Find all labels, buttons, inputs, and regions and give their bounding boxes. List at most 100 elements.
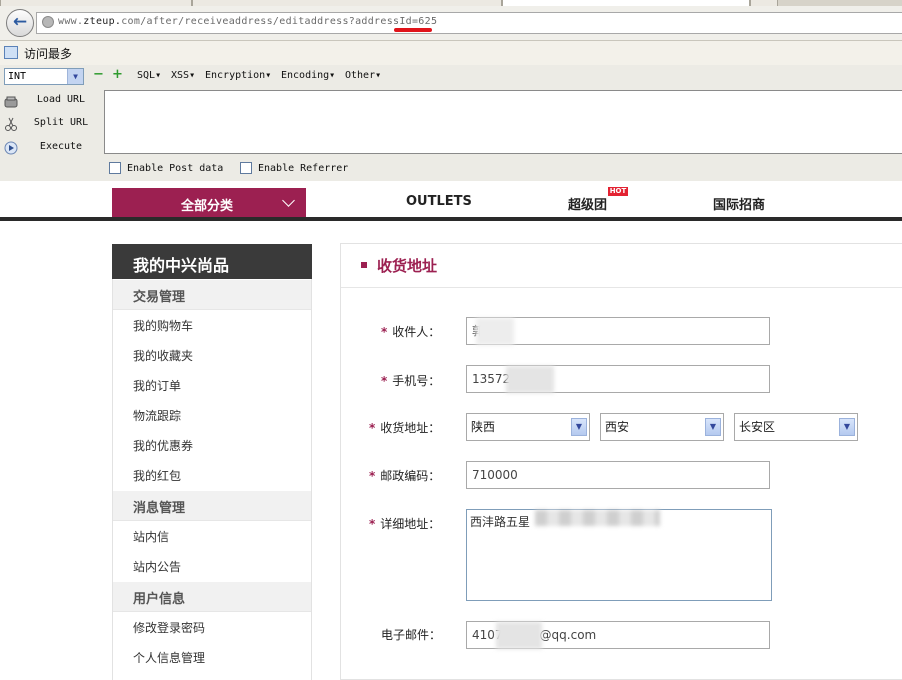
all-categories-button[interactable]: 全部分类 bbox=[112, 188, 306, 217]
sidebar-item-coupons[interactable]: 我的优惠券 bbox=[133, 437, 193, 454]
hot-badge: HOT bbox=[608, 187, 628, 196]
url-prefix: www. bbox=[58, 16, 84, 27]
enable-referrer-label: Enable Referrer bbox=[258, 163, 349, 174]
sidebar-title-text: 我的中兴尚品 bbox=[133, 256, 230, 275]
redaction-blur bbox=[476, 318, 514, 345]
required-star: * bbox=[369, 469, 376, 483]
recipient-label-text: 收件人： bbox=[392, 325, 441, 339]
sidebar-item-orders[interactable]: 我的订单 bbox=[133, 377, 181, 394]
redaction-blur bbox=[535, 510, 660, 526]
menu-encoding-label: Encoding bbox=[281, 70, 330, 81]
url-host-rest: com bbox=[121, 16, 141, 27]
nav-intl-merchants[interactable]: 国际招商 bbox=[713, 194, 765, 213]
redaction-blur bbox=[496, 622, 542, 649]
redaction-blur bbox=[506, 366, 554, 393]
district-select[interactable]: 长安区 ▼ bbox=[734, 413, 858, 441]
menu-encoding[interactable]: Encoding▾ bbox=[281, 70, 335, 81]
required-star: * bbox=[369, 517, 376, 531]
phone-label-text: 手机号： bbox=[392, 374, 441, 388]
enable-post-label: Enable Post data bbox=[127, 163, 224, 174]
sidebar-title: 我的中兴尚品 bbox=[112, 244, 312, 279]
sidebar-item-cart[interactable]: 我的购物车 bbox=[133, 317, 193, 334]
phone-label: * 手机号： bbox=[381, 372, 440, 389]
city-select[interactable]: 西安 ▼ bbox=[600, 413, 724, 441]
chevron-down-icon: ▼ bbox=[705, 418, 721, 436]
province-select[interactable]: 陕西 ▼ bbox=[466, 413, 590, 441]
nav-outlets[interactable]: OUTLETS bbox=[406, 194, 472, 209]
enable-post-checkbox[interactable] bbox=[109, 162, 121, 174]
sidebar-section-messages: 消息管理 bbox=[113, 491, 311, 521]
sidebar-section-user-info: 用户信息 bbox=[113, 582, 311, 612]
all-categories-label: 全部分类 bbox=[181, 199, 234, 214]
sidebar-section-title: 交易管理 bbox=[133, 290, 186, 305]
sidebar-section-title: 消息管理 bbox=[133, 501, 186, 516]
address-label-text: 收货地址： bbox=[380, 421, 441, 435]
province-value: 陕西 bbox=[471, 420, 496, 434]
address-label: * 收货地址： bbox=[369, 419, 440, 436]
menu-xss-label: XSS bbox=[171, 70, 190, 81]
required-star: * bbox=[381, 325, 388, 339]
plus-icon[interactable]: + bbox=[112, 68, 123, 81]
menu-xss[interactable]: XSS▾ bbox=[171, 70, 195, 81]
hackbar-url-textarea[interactable] bbox=[104, 90, 902, 154]
bookmark-icon bbox=[4, 46, 18, 59]
zip-label-text: 邮政编码： bbox=[380, 469, 441, 483]
sidebar-item-change-password[interactable]: 修改登录密码 bbox=[133, 619, 205, 636]
chevron-down-icon: ▼ bbox=[839, 418, 855, 436]
district-value: 长安区 bbox=[739, 420, 776, 434]
minus-icon[interactable]: − bbox=[93, 68, 104, 81]
type-select[interactable]: INT ▼ bbox=[4, 68, 84, 85]
bookmark-most-visited[interactable]: 访问最多 bbox=[24, 45, 72, 62]
menu-sql[interactable]: SQL▾ bbox=[137, 70, 161, 81]
bookmarks-bar bbox=[0, 41, 902, 65]
phone-value: 13572 bbox=[472, 372, 511, 386]
url-path: /after/receiveaddress/editaddress?addres… bbox=[140, 16, 438, 27]
sidebar-item-favorites[interactable]: 我的收藏夹 bbox=[133, 347, 193, 364]
nav-divider bbox=[0, 217, 902, 221]
enable-referrer-checkbox[interactable] bbox=[240, 162, 252, 174]
required-star: * bbox=[381, 374, 388, 388]
url-host: zteup. bbox=[83, 16, 122, 27]
sidebar-item-inbox[interactable]: 站内信 bbox=[133, 528, 169, 545]
detail-label-text: 详细地址： bbox=[380, 517, 441, 531]
recipient-label: * 收件人： bbox=[381, 323, 440, 340]
city-value: 西安 bbox=[605, 420, 630, 434]
detail-address-label: * 详细地址： bbox=[369, 515, 440, 532]
scissors-icon bbox=[4, 116, 18, 131]
sidebar-section-title: 用户信息 bbox=[133, 592, 186, 607]
chevron-down-icon bbox=[282, 194, 295, 207]
menu-other[interactable]: Other▾ bbox=[345, 70, 381, 81]
type-select-value: INT bbox=[8, 71, 27, 82]
panel-divider bbox=[341, 287, 902, 288]
menu-sql-label: SQL bbox=[137, 70, 156, 81]
zip-value: 710000 bbox=[472, 468, 518, 482]
load-url-icon bbox=[4, 94, 18, 108]
chevron-down-icon: ▼ bbox=[571, 418, 587, 436]
globe-icon bbox=[42, 16, 54, 28]
menu-encryption[interactable]: Encryption▾ bbox=[205, 70, 271, 81]
sidebar-item-announcements[interactable]: 站内公告 bbox=[133, 558, 181, 575]
chevron-down-icon: ▼ bbox=[67, 69, 83, 84]
zip-label: * 邮政编码： bbox=[369, 467, 440, 484]
annotation-underline bbox=[394, 28, 432, 32]
url-text[interactable]: www.zteup.com/after/receiveaddress/edita… bbox=[58, 16, 437, 27]
sidebar-item-logistics[interactable]: 物流跟踪 bbox=[133, 407, 181, 424]
required-star: * bbox=[369, 421, 376, 435]
sidebar-item-profile[interactable]: 个人信息管理 bbox=[133, 649, 205, 666]
menu-encryption-label: Encryption bbox=[205, 70, 266, 81]
form-title: 收货地址 bbox=[377, 257, 438, 275]
email-value-suffix: @qq.com bbox=[539, 628, 597, 642]
detail-address-value: 西沣路五星 bbox=[470, 515, 531, 529]
execute-button[interactable]: Execute bbox=[26, 141, 96, 152]
sidebar-item-red-packets[interactable]: 我的红包 bbox=[133, 467, 181, 484]
back-arrow-icon[interactable]: ← bbox=[6, 9, 34, 37]
title-bullet-icon bbox=[361, 262, 367, 268]
menu-other-label: Other bbox=[345, 70, 376, 81]
split-url-button[interactable]: Split URL bbox=[26, 117, 96, 128]
execute-icon bbox=[4, 140, 18, 155]
load-url-button[interactable]: Load URL bbox=[26, 94, 96, 105]
nav-super-group[interactable]: 超级团 bbox=[568, 194, 607, 213]
sidebar-section-trade: 交易管理 bbox=[113, 280, 311, 310]
email-label: 电子邮件： bbox=[381, 628, 442, 642]
zip-input[interactable]: 710000 bbox=[466, 461, 770, 489]
